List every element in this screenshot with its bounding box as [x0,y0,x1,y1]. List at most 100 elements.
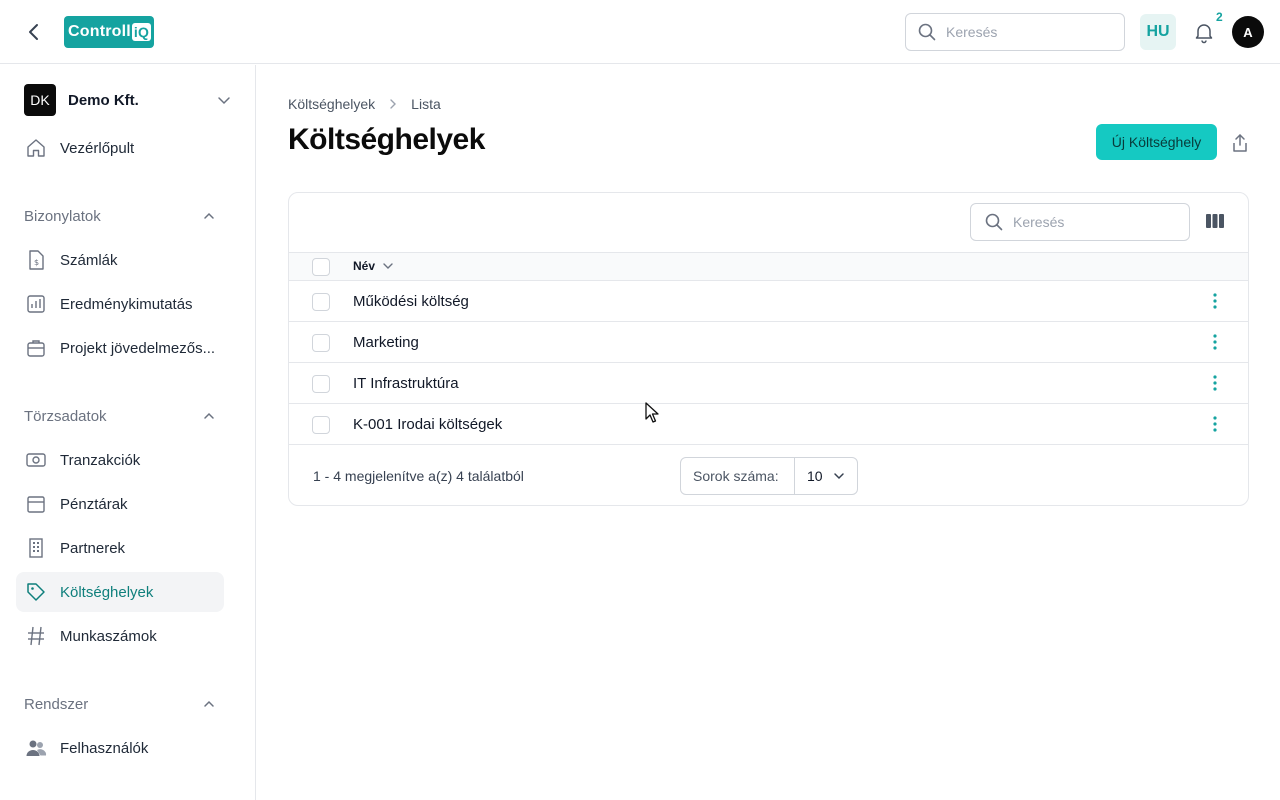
breadcrumb-link[interactable]: Költséghelyek [288,96,375,112]
columns-button[interactable] [1204,210,1226,232]
chevron-up-icon [204,412,214,419]
top-bar: ControlliQ HU 2 A [0,0,1280,64]
org-switcher[interactable]: DK Demo Kft. [24,84,232,116]
sidebar-item-koltseghelyek[interactable]: Költséghelyek [16,572,224,612]
sidebar-item-munkaszamok[interactable]: Munkaszámok [16,616,224,656]
language-button[interactable]: HU [1140,14,1176,50]
sidebar-item-label: Pénztárak [60,495,128,513]
invoice-icon: $ [24,248,48,272]
pagination-info: 1 - 4 megjelenítve a(z) 4 találatból [313,468,524,484]
column-header-label: Név [353,259,376,273]
row-actions-button[interactable] [1205,373,1225,393]
row-checkbox[interactable] [312,334,330,352]
breadcrumb-current: Lista [411,96,441,112]
section-title: Bizonylatok [24,207,101,225]
sidebar-item-dashboard[interactable]: Vezérlőpult [16,128,224,168]
table-row[interactable]: Marketing [289,322,1248,363]
section-title: Rendszer [24,695,89,713]
mouse-cursor-icon [645,402,659,423]
sidebar-item-projekt[interactable]: Projekt jövedelmezős... [16,328,224,368]
bar-chart-icon [24,292,48,316]
sidebar-item-eredmenykimutatas[interactable]: Eredménykimutatás [16,284,224,324]
logo[interactable]: Controll iQ [64,16,154,48]
table-search-input[interactable] [1013,214,1163,230]
more-vertical-icon [1213,293,1217,309]
logo-suffix: iQ [131,23,152,41]
row-actions-button[interactable] [1205,332,1225,352]
chevron-up-icon [204,700,214,707]
more-vertical-icon [1213,375,1217,391]
breadcrumb: Költséghelyek Lista [288,96,441,112]
rows-per-page-value: 10 [807,468,823,484]
building-icon [24,536,48,560]
column-header-name[interactable]: Név [353,259,395,273]
chevron-down-icon [383,263,393,269]
cost-centers-table-card: Név Működési költség Marketing IT Infras… [288,192,1249,506]
row-name: K-001 Irodai költségek [353,416,503,433]
hash-icon [24,624,48,648]
org-initials: DK [24,84,56,116]
chevron-down-icon [218,97,230,105]
table-search[interactable] [970,203,1190,241]
sidebar: DK Demo Kft. Vezérlőpult Bizonylatok $ S… [0,65,256,800]
select-all-checkbox[interactable] [312,258,330,276]
sidebar-item-penztarak[interactable]: Pénztárak [16,484,224,524]
row-name: IT Infrastruktúra [353,375,459,392]
sidebar-item-label: Partnerek [60,539,126,557]
sidebar-item-label: Felhasználók [60,739,149,757]
row-checkbox[interactable] [312,416,330,434]
notification-badge: 2 [1216,10,1223,24]
table-row[interactable]: IT Infrastruktúra [289,363,1248,404]
page-title: Költséghelyek [288,123,485,156]
section-torzsadatok[interactable]: Törzsadatok [24,404,216,428]
global-search[interactable] [905,13,1125,51]
global-search-input[interactable] [946,24,1096,40]
table-row[interactable]: Működési költség [289,281,1248,322]
main-content: Költséghelyek Lista Költséghelyek Új Köl… [256,65,1280,800]
org-name: Demo Kft. [68,91,139,109]
svg-text:$: $ [34,258,39,267]
bell-icon [1195,24,1213,44]
tag-icon [24,580,48,604]
sidebar-item-label: Vezérlőpult [60,139,135,157]
row-checkbox[interactable] [312,375,330,393]
more-vertical-icon [1213,416,1217,432]
sidebar-item-label: Projekt jövedelmezős... [60,339,216,357]
sidebar-item-partnerek[interactable]: Partnerek [16,528,224,568]
section-title: Törzsadatok [24,407,107,425]
share-icon [1233,134,1247,152]
table-header: Név [289,252,1248,281]
notifications-button[interactable] [1192,20,1216,44]
search-icon [985,213,1003,231]
export-button[interactable] [1228,131,1252,155]
sidebar-item-label: Számlák [60,251,118,269]
home-icon [24,136,48,160]
section-rendszer[interactable]: Rendszer [24,692,216,716]
cash-register-icon [24,492,48,516]
banknote-icon [24,448,48,472]
sidebar-item-szamlak[interactable]: $ Számlák [16,240,224,280]
row-name: Működési költség [353,293,469,310]
user-avatar[interactable]: A [1232,16,1264,48]
chevron-left-icon [29,24,38,40]
sidebar-item-label: Munkaszámok [60,627,157,645]
search-icon [918,23,936,41]
sidebar-item-label: Költséghelyek [60,583,154,601]
chevron-down-icon [834,473,844,480]
row-name: Marketing [353,334,419,351]
rows-per-page-dropdown[interactable]: 10 [795,468,857,484]
rows-per-page-select[interactable]: Sorok száma: 10 [680,457,858,495]
more-vertical-icon [1213,334,1217,350]
users-icon [24,736,48,760]
back-button[interactable] [22,20,46,44]
row-actions-button[interactable] [1205,291,1225,311]
row-actions-button[interactable] [1205,414,1225,434]
logo-text: Controll [68,23,131,40]
table-row[interactable]: K-001 Irodai költségek [289,404,1248,445]
section-bizonylatok[interactable]: Bizonylatok [24,204,216,228]
sidebar-item-felhasznalok[interactable]: Felhasználók [16,728,224,768]
sidebar-item-tranzakciok[interactable]: Tranzakciók [16,440,224,480]
chevron-right-icon [387,98,399,110]
new-cost-center-button[interactable]: Új Költséghely [1096,124,1217,160]
row-checkbox[interactable] [312,293,330,311]
